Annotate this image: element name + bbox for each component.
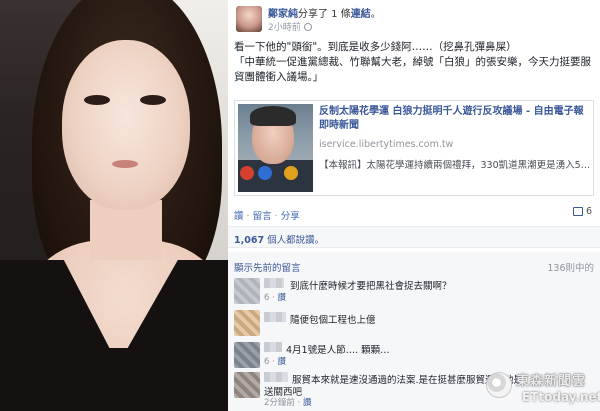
comment-like-button[interactable]: 讚 [278,357,287,367]
comment-meta: 6 · 讚 [264,293,287,303]
commenter-name-redacted [264,312,286,322]
photo-left-eye [84,95,110,105]
comment-like-button[interactable]: 讚 [303,398,312,408]
post-header: 鄭家純分享了 1 條連結。 [268,5,381,20]
commenter-name-redacted [264,342,282,352]
share-icon [572,207,583,216]
ettoday-logo-icon [486,372,512,398]
commenter-name-redacted [264,278,284,288]
comment-text: 隨便包個工程也上億 [290,315,376,326]
watermark-english: ETtoday.net [522,390,600,404]
post-actions: 讚 · 留言 · 分享 [234,208,300,222]
link-title[interactable]: 反制太陽花學運 白狼力挺明千人遊行反攻議場 - 自由電子報 即時新聞 [319,105,591,133]
header-period: 。 [370,9,381,20]
comment-meta: 6 · 讚 [264,357,287,367]
microphone-icon [284,166,298,180]
commenter-name-redacted [264,372,288,382]
profile-photo [0,0,228,411]
comment-time: 6 [264,293,270,303]
likes-count[interactable]: 1,067 [234,235,264,246]
photo-right-eye [140,95,166,105]
comment-button[interactable]: 留言 [253,211,272,222]
watermark-chinese: 東森新聞雲 [516,374,587,389]
share-count: 6 [585,206,592,217]
share-counter[interactable]: 6 [572,206,592,217]
comments-section: 顯示先前的留言 136則中的 到底什麼時候才要把黑社會捉去關啊？ 6 · 讚 隨… [228,252,600,411]
comment-time: 2分鐘前 [264,398,295,408]
comment-meta: 2分鐘前 · 讚 [264,398,312,408]
link-description: 【本報訊】太陽花學運持續兩個禮拜，330凱道黑潮更是湧入5… [319,160,591,171]
share-button[interactable]: 分享 [281,211,300,222]
microphone-icon [258,166,272,180]
author-name[interactable]: 鄭家純 [268,9,298,20]
like-button[interactable]: 讚 [234,211,244,222]
link-thumbnail[interactable] [238,104,313,192]
comment-text: 到底什麼時候才要把黑社會捉去關啊？ [290,281,452,292]
post-time[interactable]: 2小時前 [268,20,301,33]
microphone-icon [240,166,254,180]
likes-summary: 1,067 個人都說讚。 [228,226,600,248]
status-text: 看一下他的"頭銜"。到底是收多少錢阿……（挖鼻孔彈鼻屎） 「中華統一促進黨總裁、… [234,40,598,85]
show-previous-comments-link[interactable]: 顯示先前的留言 [234,260,301,274]
photo-lips [112,160,138,168]
ettoday-watermark: 東森新聞雲 ETtoday.net [486,368,600,408]
comment-like-button[interactable]: 讚 [278,293,287,303]
comment-text: 4月1號是人節…. 顆顆… [286,345,390,356]
thumb-hair [250,106,296,126]
link-word[interactable]: 連結 [351,9,371,20]
photo-face [62,40,190,210]
facebook-post: 鄭家純分享了 1 條連結。 2小時前 看一下他的"頭銜"。到底是收多少錢阿……（… [228,0,600,411]
commenter-avatar[interactable] [234,342,260,368]
likes-suffix: 個人都說讚。 [264,235,325,246]
status-line-1: 看一下他的"頭銜"。到底是收多少錢阿……（挖鼻孔彈鼻屎） [234,41,517,53]
post-meta: 2小時前 [268,20,312,33]
comments-count: 136則中的 [547,263,594,274]
status-line-2: 「中華統一促進黨總裁、竹聯幫大老，綽號「白狼」的張安樂，今天力挺要服貿團體衝入議… [234,56,591,83]
comment-time: 6 [264,357,270,367]
shared-link-card[interactable]: 反制太陽花學運 白狼力挺明千人遊行反攻議場 - 自由電子報 即時新聞 iserv… [234,100,594,196]
author-avatar[interactable] [236,6,262,32]
commenter-avatar[interactable] [234,278,260,304]
globe-icon [303,22,312,31]
link-domain: iservice.libertytimes.com.tw [319,139,454,150]
commenter-avatar[interactable] [234,372,260,398]
commenter-avatar[interactable] [234,310,260,336]
share-verb: 分享了 1 條 [298,9,351,20]
likes-text[interactable]: 1,067 個人都說讚。 [234,232,324,246]
